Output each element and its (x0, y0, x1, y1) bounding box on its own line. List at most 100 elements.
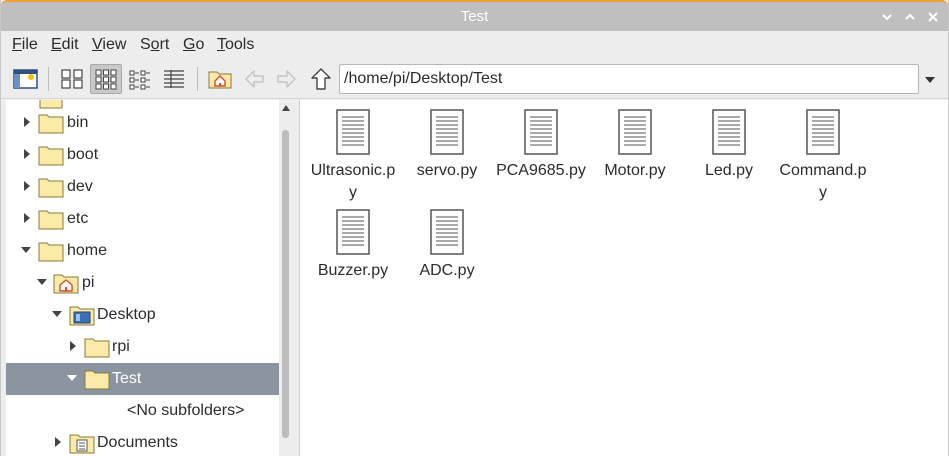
menu-tools[interactable]: Tools (217, 36, 254, 54)
file-name: Led.py (704, 162, 754, 179)
tree-item-test[interactable]: Test (6, 363, 279, 395)
tree-item-label: bin (67, 114, 89, 131)
folder-icon (84, 338, 110, 358)
list-view-button[interactable] (158, 64, 190, 94)
file-item[interactable]: ADC.py (400, 208, 494, 282)
thumbnail-view-icon (61, 69, 83, 89)
forward-button[interactable] (271, 64, 303, 94)
tree-item-label: boot (67, 146, 99, 163)
expander-collapsed-icon (70, 341, 76, 351)
menu-bar: File Edit View Sort Go Tools (1, 31, 948, 59)
expander-expanded-icon (67, 375, 77, 381)
file-item[interactable]: Ultrasonic.p y (306, 108, 400, 204)
title-bar[interactable]: Test (1, 0, 948, 31)
tree-item-label: pi (82, 274, 95, 291)
folder-icon (38, 178, 64, 198)
chevron-down-icon (882, 14, 892, 21)
file-name: Motor.py (604, 162, 666, 179)
file-item[interactable]: PCA9685.py (494, 108, 588, 182)
file-item[interactable]: servo.py (400, 108, 494, 182)
directory-tree[interactable]: bin boot dev etc home pi Desktop rpi Tes… (6, 100, 279, 456)
minimize-button[interactable] (881, 11, 893, 23)
new-window-button[interactable] (10, 64, 42, 94)
expander-expanded-icon (52, 311, 62, 317)
maximize-button[interactable] (904, 11, 916, 23)
text-file-icon (430, 109, 464, 155)
icon-view-icon (95, 69, 117, 90)
home-folder-icon (208, 71, 232, 89)
menu-view[interactable]: View (92, 36, 126, 54)
menu-edit[interactable]: Edit (51, 36, 79, 54)
tree-item-desktop[interactable]: Desktop (6, 299, 279, 331)
folder-icon (38, 210, 64, 230)
window-title: Test (460, 8, 489, 25)
arrow-left-icon (245, 70, 264, 88)
tree-item-label: Documents (97, 434, 178, 451)
tree-item-label: home (67, 242, 108, 259)
folder-icon (84, 370, 110, 390)
file-item[interactable]: Command.p y (776, 108, 870, 204)
new-window-icon (13, 69, 38, 89)
tree-item-label: etc (67, 210, 89, 227)
file-item[interactable]: Buzzer.py (306, 208, 400, 282)
tree-item-bin[interactable]: bin (6, 107, 279, 139)
expander-expanded-icon (37, 279, 47, 285)
text-file-icon (336, 209, 370, 255)
toolbar-separator (197, 67, 198, 91)
tree-item-rpi[interactable]: rpi (6, 331, 279, 363)
file-name: PCA9685.py (496, 162, 586, 179)
text-file-icon (336, 109, 370, 155)
desktop-folder-icon (69, 306, 95, 326)
compact-view-button[interactable] (124, 64, 156, 94)
path-input[interactable]: /home/pi/Desktop/Test (339, 64, 919, 94)
text-file-icon (430, 209, 464, 255)
home-button[interactable] (204, 64, 236, 94)
close-button[interactable] (927, 11, 939, 23)
icon-view-button[interactable] (90, 64, 122, 94)
expander-collapsed-icon (24, 149, 30, 159)
tree-item-dev[interactable]: dev (6, 171, 279, 203)
file-item[interactable]: Motor.py (588, 108, 682, 182)
file-item[interactable]: Led.py (682, 108, 776, 182)
compact-view-icon (129, 70, 150, 90)
text-file-icon (806, 109, 840, 155)
tree-item-label: Desktop (97, 306, 156, 323)
text-file-icon (618, 109, 652, 155)
file-name: ADC.py (419, 262, 475, 279)
text-file-icon (524, 109, 558, 155)
close-icon (928, 12, 938, 22)
thumbnail-view-button[interactable] (56, 64, 88, 94)
file-name: Buzzer.py (317, 262, 389, 279)
list-view-icon (164, 70, 184, 88)
path-history-dropdown[interactable] (922, 72, 938, 88)
file-name: Ultrasonic.p y (310, 162, 396, 201)
tree-item-home[interactable]: home (6, 235, 279, 267)
file-view[interactable]: Ultrasonic.p y servo.py PCA9685.py Motor.… (299, 100, 948, 456)
home-folder-icon (53, 274, 79, 294)
menu-sort[interactable]: Sort (140, 36, 169, 54)
scrollbar-thumb[interactable] (282, 130, 289, 438)
arrow-up-icon (311, 68, 331, 90)
toolbar: /home/pi/Desktop/Test (1, 59, 948, 99)
tree-scrollbar[interactable] (279, 100, 293, 456)
expander-expanded-icon (21, 247, 31, 253)
expander-collapsed-icon (24, 181, 30, 191)
tree-item-pi[interactable]: pi (6, 267, 279, 299)
scroll-up-arrow-icon (282, 105, 290, 111)
file-name: Command.p y (779, 162, 867, 201)
up-button[interactable] (305, 64, 337, 94)
folder-icon (38, 114, 64, 134)
back-button[interactable] (238, 64, 270, 94)
tree-item-boot[interactable]: boot (6, 139, 279, 171)
arrow-right-icon (277, 70, 296, 88)
expander-collapsed-icon (24, 213, 30, 223)
tree-item-documents[interactable]: Documents (6, 427, 279, 456)
tree-item-label: Test (112, 370, 142, 387)
expander-collapsed-icon (24, 117, 30, 127)
chevron-up-icon (905, 13, 915, 20)
menu-file[interactable]: File (12, 36, 38, 54)
file-name: servo.py (416, 162, 478, 179)
triangle-down-icon (925, 77, 935, 83)
tree-item-etc[interactable]: etc (6, 203, 279, 235)
menu-go[interactable]: Go (183, 36, 204, 54)
